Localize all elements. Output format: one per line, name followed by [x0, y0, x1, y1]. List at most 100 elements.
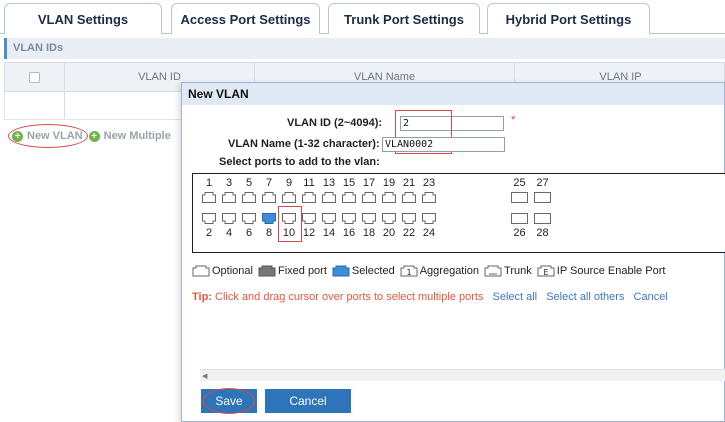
legend-selected: Selected	[332, 265, 395, 277]
svg-text:E: E	[543, 268, 548, 277]
port-number: 3	[225, 177, 233, 189]
aggregation-port-icon: 1	[400, 265, 418, 277]
port-panel: 1 3 5 7 9 11 13 15 17 19 21 23 25 27 2 4 6 8 10 12 14 16 18 20 2…	[192, 173, 725, 253]
legend-label: Selected	[351, 265, 395, 277]
port-12[interactable]	[302, 213, 316, 224]
port-28[interactable]	[534, 213, 551, 224]
legend-trunk: Trunk	[484, 265, 532, 277]
port-22[interactable]	[402, 213, 416, 224]
fixed-port-icon	[258, 265, 276, 277]
section-label: VLAN IDs	[4, 38, 725, 59]
port-number: 20	[382, 227, 396, 239]
new-multiple-link[interactable]: New Multiple	[104, 130, 171, 142]
port-3[interactable]	[222, 192, 236, 203]
port-number: 8	[265, 227, 273, 239]
port-17[interactable]	[362, 192, 376, 203]
port-number: 9	[285, 177, 293, 189]
port-number: 16	[342, 227, 356, 239]
port-number: 26	[513, 227, 526, 239]
tip-prefix: Tip:	[192, 291, 212, 303]
vlan-name-input[interactable]: VLAN0002	[382, 137, 505, 152]
dialog-title: New VLAN	[182, 83, 724, 105]
vlan-name-label: VLAN Name (1-32 character):	[228, 138, 380, 150]
port-11[interactable]	[302, 192, 316, 203]
tab-hybrid-port-settings[interactable]: Hybrid Port Settings	[487, 3, 650, 34]
port-number: 1	[205, 177, 213, 189]
ip-source-port-icon: E	[537, 265, 555, 277]
port-9[interactable]	[282, 192, 296, 203]
legend-label: Aggregation	[419, 265, 480, 277]
port-number: 21	[402, 177, 416, 189]
tip-message: Click and drag cursor over ports to sele…	[215, 291, 484, 303]
cancel-button[interactable]: Cancel	[265, 389, 351, 413]
port-number: 12	[302, 227, 316, 239]
port-19[interactable]	[382, 192, 396, 203]
tab-access-port-settings[interactable]: Access Port Settings	[171, 3, 320, 34]
cancel-selection-link[interactable]: Cancel	[634, 291, 668, 303]
port-20[interactable]	[382, 213, 396, 224]
port-10[interactable]	[282, 213, 296, 224]
port-legend: Optional Fixed port Selected 1 Aggregati…	[192, 265, 670, 277]
port-14[interactable]	[322, 213, 336, 224]
port-15[interactable]	[342, 192, 356, 203]
port-number: 19	[382, 177, 396, 189]
legend-ip-source: E IP Source Enable Port	[537, 265, 666, 277]
port-number: 11	[303, 177, 315, 189]
port-25[interactable]	[511, 192, 528, 203]
port-24[interactable]	[422, 213, 436, 224]
port-number: 24	[422, 227, 436, 239]
port-18[interactable]	[362, 213, 376, 224]
tip-text: Tip: Click and drag cursor over ports to…	[192, 291, 668, 303]
port-number: 2	[205, 227, 213, 239]
port-number: 15	[342, 177, 356, 189]
trunk-port-icon	[484, 265, 502, 277]
port-5[interactable]	[242, 192, 256, 203]
port-number: 6	[245, 227, 253, 239]
legend-label: Optional	[212, 265, 253, 277]
required-mark: *	[511, 114, 516, 126]
tab-vlan-settings[interactable]: VLAN Settings	[4, 3, 162, 34]
port-2[interactable]	[202, 213, 216, 224]
port-number: 22	[402, 227, 416, 239]
port-number: 14	[322, 227, 336, 239]
port-1[interactable]	[202, 192, 216, 203]
select-ports-label: Select ports to add to the vlan:	[219, 156, 380, 168]
legend-label: Fixed port	[277, 265, 327, 277]
port-4[interactable]	[222, 213, 236, 224]
vlan-id-label: VLAN ID (2~4094):	[287, 117, 383, 129]
legend-optional: Optional	[192, 265, 253, 277]
tab-trunk-port-settings[interactable]: Trunk Port Settings	[328, 3, 480, 34]
legend-aggregation: 1 Aggregation	[400, 265, 479, 277]
select-all-link[interactable]: Select all	[492, 291, 537, 303]
port-number: 13	[322, 177, 336, 189]
legend-fixed: Fixed port	[258, 265, 327, 277]
select-all-others-link[interactable]: Select all others	[546, 291, 624, 303]
legend-label: IP Source Enable Port	[556, 265, 666, 277]
port-number: 25	[513, 177, 526, 189]
add-icon: +	[12, 130, 23, 142]
svg-text:1: 1	[406, 268, 411, 277]
port-number: 4	[225, 227, 233, 239]
port-number: 10	[282, 227, 296, 239]
port-26[interactable]	[511, 213, 528, 224]
add-multiple-icon: +	[88, 130, 100, 142]
new-vlan-dialog: New VLAN VLAN ID (2~4094): 2 * VLAN Name…	[181, 82, 725, 422]
scroll-left-icon[interactable]: ◀	[202, 372, 207, 380]
port-6[interactable]	[242, 213, 256, 224]
port-21[interactable]	[402, 192, 416, 203]
port-16[interactable]	[342, 213, 356, 224]
annotation-ellipse-save	[203, 388, 255, 414]
port-8[interactable]	[262, 213, 276, 224]
table-actions: + New VLAN + New Multiple	[12, 130, 171, 142]
horizontal-scrollbar[interactable]: ◀	[200, 369, 725, 381]
port-number: 28	[536, 227, 549, 239]
port-7[interactable]	[262, 192, 276, 203]
select-all-checkbox[interactable]	[29, 71, 40, 83]
port-number: 23	[422, 177, 436, 189]
new-vlan-link[interactable]: New VLAN	[27, 130, 83, 142]
port-27[interactable]	[534, 192, 551, 203]
legend-label: Trunk	[504, 265, 532, 277]
port-13[interactable]	[322, 192, 336, 203]
tab-bar: VLAN Settings Access Port Settings Trunk…	[0, 0, 725, 34]
port-23[interactable]	[422, 192, 436, 203]
